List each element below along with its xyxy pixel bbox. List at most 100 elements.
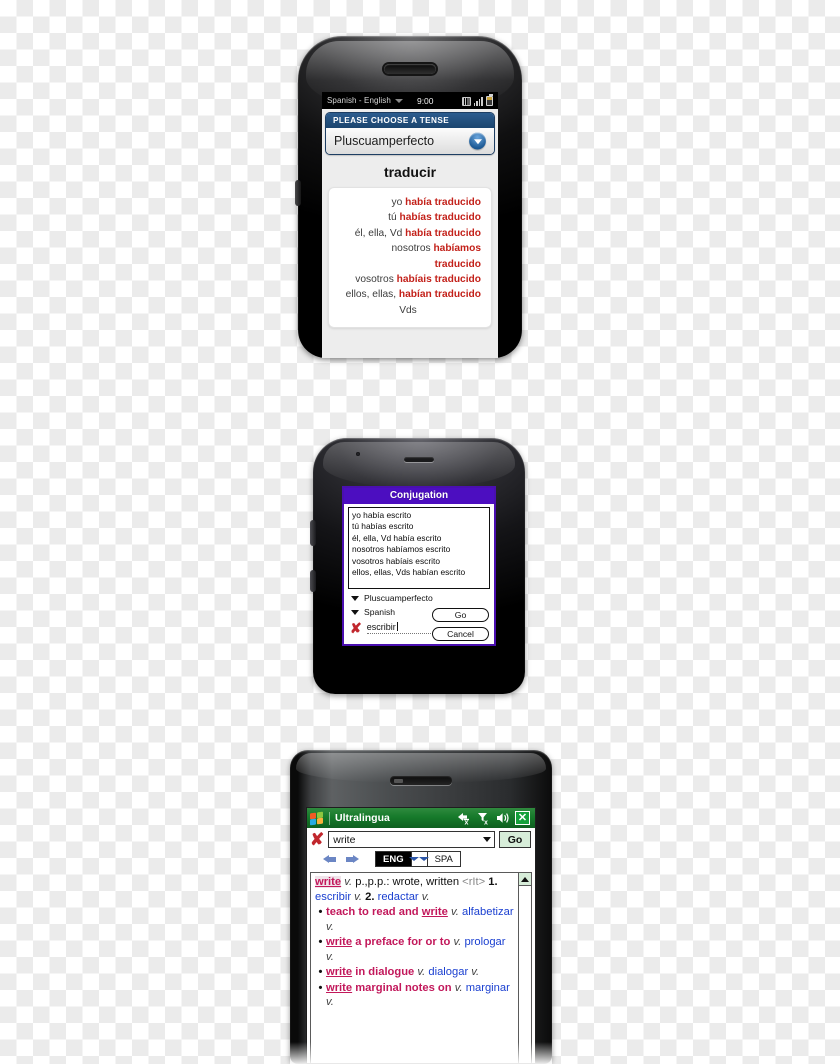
sub-entry-headword[interactable]: write [326, 936, 352, 948]
bullet-icon: • [318, 981, 323, 994]
sub-entry-pos: v. [417, 966, 426, 978]
chevron-down-icon[interactable] [469, 132, 486, 150]
arrow-left-icon[interactable] [323, 853, 338, 866]
phone-two-gloss [323, 442, 515, 488]
app-name: Ultralingua [335, 812, 390, 824]
pronoun: vosotros [355, 274, 394, 286]
sub-entry-phrase-post: marginal notes on [355, 981, 452, 994]
sub-entry-headword[interactable]: write [326, 982, 352, 994]
swap-arrows-icon[interactable] [409, 852, 430, 866]
sub-entry-translation[interactable]: prologar [464, 936, 505, 948]
sense-translation[interactable]: escribir [315, 891, 351, 903]
chevron-down-icon[interactable] [394, 98, 403, 103]
sense-number: 2. [365, 890, 375, 903]
conjugation-list[interactable]: yo había escrito tú habías escrito él, e… [348, 507, 490, 589]
language-from[interactable]: ENG [376, 852, 411, 866]
pronoun: yo [391, 197, 403, 208]
sub-entry-headword[interactable]: write [326, 966, 352, 978]
tense-dropdown[interactable]: Pluscuamperfecto [326, 128, 494, 154]
phone-two-screen: Conjugation yo había escrito tú habías e… [342, 486, 496, 646]
language-value: Spanish [364, 607, 396, 617]
earpiece-speaker-icon [390, 776, 452, 785]
sub-entry-translation[interactable]: marginar [466, 982, 510, 994]
list-item[interactable]: vosotros habíais escrito [352, 556, 486, 567]
tense-selected-value: Pluscuamperfecto [334, 134, 435, 148]
clear-x-icon[interactable]: ✘ [350, 621, 362, 635]
connectivity-off-icon[interactable]: x [457, 812, 472, 825]
dialog-title: Conjugation [344, 488, 494, 504]
volume-down-button[interactable] [310, 570, 316, 592]
language-to[interactable]: SPA [427, 852, 460, 866]
tense-value: Pluscuamperfecto [364, 593, 433, 603]
sub-entry-translation-pos: v. [471, 966, 480, 978]
sub-entry: • write marginal notes on v. marginar v. [315, 981, 514, 1010]
volume-up-button[interactable] [310, 520, 316, 546]
sense-pos: v. [421, 890, 430, 903]
sub-entry-text: write a preface for or to v. prologar v. [326, 935, 514, 964]
conjugation-row: tú habías traducido [335, 210, 485, 225]
go-button[interactable]: Go [432, 608, 489, 622]
windows-logo-icon [310, 811, 324, 825]
status-language-pair[interactable]: Spanish - English [327, 96, 391, 105]
tense-dropdown[interactable]: Pluscuamperfecto [351, 593, 494, 603]
word-input-value: escribir [366, 622, 396, 632]
sub-entry-text: teach to read and write v. alfabetizar v… [326, 905, 514, 934]
conjugation-row: vosotros habíais traducido [335, 272, 485, 287]
sub-entry-translation[interactable]: dialogar [428, 966, 468, 978]
scroll-up-icon[interactable] [519, 873, 531, 886]
verb-form: habían traducido [398, 289, 481, 301]
sub-entry-translation[interactable]: alfabetizar [462, 906, 514, 918]
list-item[interactable]: tú habías escrito [352, 521, 486, 532]
verb-form: habías traducido [399, 212, 481, 224]
dictionary-content[interactable]: write v. p.,p.p.: wrote, written <rIt> 1… [311, 873, 518, 1063]
signal-icon [473, 96, 483, 106]
status-bar: Spanish - English 9:00 [322, 92, 498, 109]
conjugation-row-continuation: traducido [335, 257, 485, 272]
volume-button[interactable] [295, 180, 301, 206]
verb-form: traducido [434, 258, 481, 270]
pronoun: él, ella, Vd [354, 227, 403, 239]
sense-translation[interactable]: redactar [378, 891, 419, 903]
language-direction-selector[interactable]: ENG SPA [375, 851, 461, 867]
pronoun: tú [388, 212, 397, 224]
clear-x-icon[interactable]: ✘ [310, 831, 324, 848]
pronoun: Vds [399, 304, 417, 316]
camera-icon [356, 452, 360, 456]
dictionary-panel: write v. p.,p.p.: wrote, written <rIt> 1… [310, 872, 532, 1063]
sub-entry-translation-pos: v. [326, 920, 334, 933]
sub-entry: • teach to read and write v. alfabetizar… [315, 905, 514, 934]
list-item[interactable]: yo había escrito [352, 510, 486, 521]
conjugation-card: yo había traducido tú habías traducido é… [328, 187, 492, 329]
chevron-down-icon[interactable] [479, 832, 494, 847]
entry-tag: <rIt> [462, 876, 486, 888]
signal-off-icon[interactable]: x [477, 812, 491, 825]
status-clock: 9:00 [416, 95, 434, 106]
list-item[interactable]: ellos, ellas, Vds habían escrito [352, 567, 486, 578]
bullet-icon: • [318, 906, 323, 918]
entry-headword[interactable]: write [315, 876, 342, 888]
verb-form: había traducido [405, 227, 481, 239]
conjugation-row: ellos, ellas, habían traducido [335, 287, 485, 302]
search-input[interactable]: write [328, 831, 495, 848]
arrow-right-icon[interactable] [344, 853, 359, 866]
vertical-scrollbar[interactable] [518, 873, 531, 1063]
list-item[interactable]: nosotros habíamos escrito [352, 544, 486, 555]
sub-entry-headword[interactable]: write [422, 906, 448, 918]
close-icon[interactable]: ✕ [515, 811, 530, 825]
sub-entry-translation-pos: v. [326, 950, 334, 963]
cancel-button[interactable]: Cancel [432, 627, 489, 641]
phone-one-screen: Spanish - English 9:00 PLEASE CHOOSE A T… [322, 92, 498, 358]
scrollbar-track[interactable] [519, 887, 531, 1063]
volume-icon[interactable] [496, 812, 510, 824]
phone-three-screen: Ultralingua x x ✕ ✘ write Go ENG SPA wri… [306, 807, 536, 1064]
sub-entry-phrase-pre: teach to read and [326, 906, 419, 918]
tense-selector-panel: PLEASE CHOOSE A TENSE Pluscuamperfecto [325, 112, 495, 155]
svg-text:x: x [465, 819, 469, 824]
title-divider [329, 811, 330, 825]
search-bar: ✘ write Go [307, 828, 535, 850]
list-item[interactable]: él, ella, Vd había escrito [352, 533, 486, 544]
tense-panel-header: PLEASE CHOOSE A TENSE [326, 113, 494, 128]
go-button[interactable]: Go [499, 831, 531, 848]
dictionary-entry: write v. p.,p.p.: wrote, written <rIt> 1… [315, 875, 514, 904]
phone-device-palm: Spanish - English 9:00 PLEASE CHOOSE A T… [295, 36, 522, 366]
